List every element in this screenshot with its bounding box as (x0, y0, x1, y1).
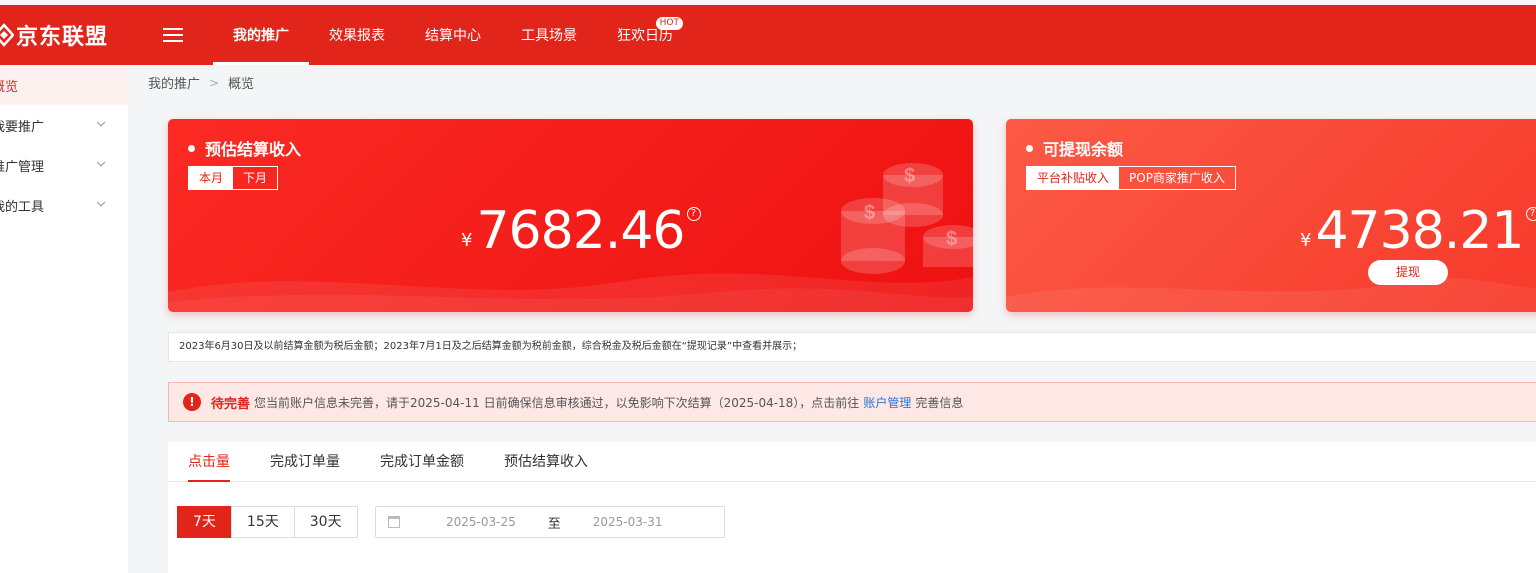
sidebar-item-manage[interactable]: 推广管理 (0, 145, 128, 185)
card-title: 可提现余额 (1026, 136, 1123, 160)
date-start[interactable]: 2025-03-25 (446, 515, 516, 529)
income-type-toggle: 平台补贴收入 POP商家推广收入 (1026, 166, 1236, 190)
withdraw-button[interactable]: 提现 (1368, 260, 1448, 285)
metrics-panel: 点击量 完成订单量 完成订单金额 预估结算收入 7天 15天 30天 2025-… (168, 442, 1536, 573)
alert-tag: 待完善 (211, 396, 251, 412)
month-toggle: 本月 下月 (188, 166, 279, 190)
card-title: 预估结算收入 (188, 136, 301, 160)
range-7-days-button[interactable]: 7天 (177, 506, 232, 538)
tab-completed-orders[interactable]: 完成订单量 (270, 442, 340, 481)
top-navbar: 京东联盟 我的推广 效果报表 结算中心 工具场景 狂欢日历 HOT (0, 5, 1536, 65)
warning-icon: ! (183, 393, 201, 411)
nav-settlement[interactable]: 结算中心 (405, 5, 501, 65)
date-range-picker[interactable]: 2025-03-25 至 2025-03-31 (375, 506, 725, 538)
account-alert: ! 待完善 您当前账户信息未完善，请于2025-04-11 日前确保信息审核通过… (168, 382, 1536, 422)
bullet-dot (188, 144, 195, 152)
range-30-days-button[interactable]: 30天 (293, 506, 358, 538)
chevron-down-icon (97, 161, 105, 167)
metric-tabs: 点击量 完成订单量 完成订单金额 预估结算收入 (168, 442, 1536, 482)
toggle-pop-merchant[interactable]: POP商家推广收入 (1119, 167, 1235, 189)
alert-text-after: 完善信息 (915, 395, 964, 410)
withdrawable-balance-card: 可提现余额 平台补贴收入 POP商家推广收入 ¥ 4738.21 ? 提现 (1006, 119, 1536, 312)
range-15-days-button[interactable]: 15天 (230, 506, 295, 538)
help-icon[interactable]: ? (1525, 207, 1536, 221)
tab-estimated-income[interactable]: 预估结算收入 (504, 442, 588, 481)
logo[interactable]: 京东联盟 (0, 19, 108, 51)
account-management-link[interactable]: 账户管理 (863, 394, 911, 411)
svg-text:$: $ (904, 165, 915, 187)
estimated-income-card: $ $ $ 预估结算收入 本月 下月 ¥ 7682.46 ? (168, 119, 973, 312)
breadcrumb-item: 概览 (228, 77, 255, 92)
date-separator: 至 (547, 516, 561, 532)
breadcrumb-item[interactable]: 我的推广 (148, 73, 200, 92)
sidebar: 概览 我要推广 推广管理 我的工具 (0, 65, 128, 573)
alert-text: 您当前账户信息未完善，请于2025-04-11 日前确保信息审核通过，以免影响下… (254, 395, 860, 410)
logo-text: 京东联盟 (16, 25, 109, 50)
tab-clicks[interactable]: 点击量 (188, 442, 230, 482)
amount-value: 4738.21 (1315, 201, 1524, 261)
toggle-this-month[interactable]: 本月 (189, 167, 234, 189)
nav-reports[interactable]: 效果报表 (309, 5, 405, 65)
tax-notice: 2023年6月30日及以前结算金额为税后金额；2023年7月1日及之后结算金额为… (168, 332, 1536, 362)
sidebar-item-promote[interactable]: 我要推广 (0, 105, 128, 145)
svg-text:$: $ (946, 228, 957, 250)
wave-decoration (1006, 278, 1536, 312)
withdrawable-amount: ¥ 4738.21 ? (1300, 203, 1536, 259)
hot-badge: HOT (655, 17, 683, 30)
tab-order-amount[interactable]: 完成订单金额 (380, 442, 464, 481)
date-end[interactable]: 2025-03-31 (593, 515, 663, 529)
jd-logo-icon (0, 23, 14, 47)
toggle-platform-subsidy[interactable]: 平台补贴收入 (1027, 167, 1120, 189)
calendar-icon (388, 516, 400, 528)
chevron-right-icon: > (209, 75, 220, 90)
sidebar-item-overview[interactable]: 概览 (0, 65, 128, 105)
amount-value: 7682.46 (476, 201, 685, 261)
currency-symbol: ¥ (461, 230, 473, 251)
svg-text:$: $ (864, 202, 875, 224)
main-nav: 我的推广 效果报表 结算中心 工具场景 狂欢日历 HOT (213, 5, 693, 65)
help-icon[interactable]: ? (686, 207, 701, 221)
chevron-down-icon (97, 121, 105, 127)
breadcrumb: 我的推广 > 概览 (148, 73, 255, 93)
toggle-next-month[interactable]: 下月 (233, 167, 277, 189)
nav-calendar[interactable]: 狂欢日历 HOT (597, 5, 693, 65)
bullet-dot (1026, 144, 1033, 152)
sidebar-item-tools[interactable]: 我的工具 (0, 185, 128, 225)
nav-my-promotion[interactable]: 我的推广 (213, 5, 309, 65)
nav-tools[interactable]: 工具场景 (501, 5, 597, 65)
range-selector: 7天 15天 30天 (177, 506, 358, 538)
estimated-amount: ¥ 7682.46 ? (461, 203, 701, 259)
menu-toggle-icon[interactable] (163, 27, 183, 43)
currency-symbol: ¥ (1300, 230, 1312, 251)
coins-icon: $ $ $ (841, 163, 973, 274)
chevron-down-icon (97, 201, 105, 207)
